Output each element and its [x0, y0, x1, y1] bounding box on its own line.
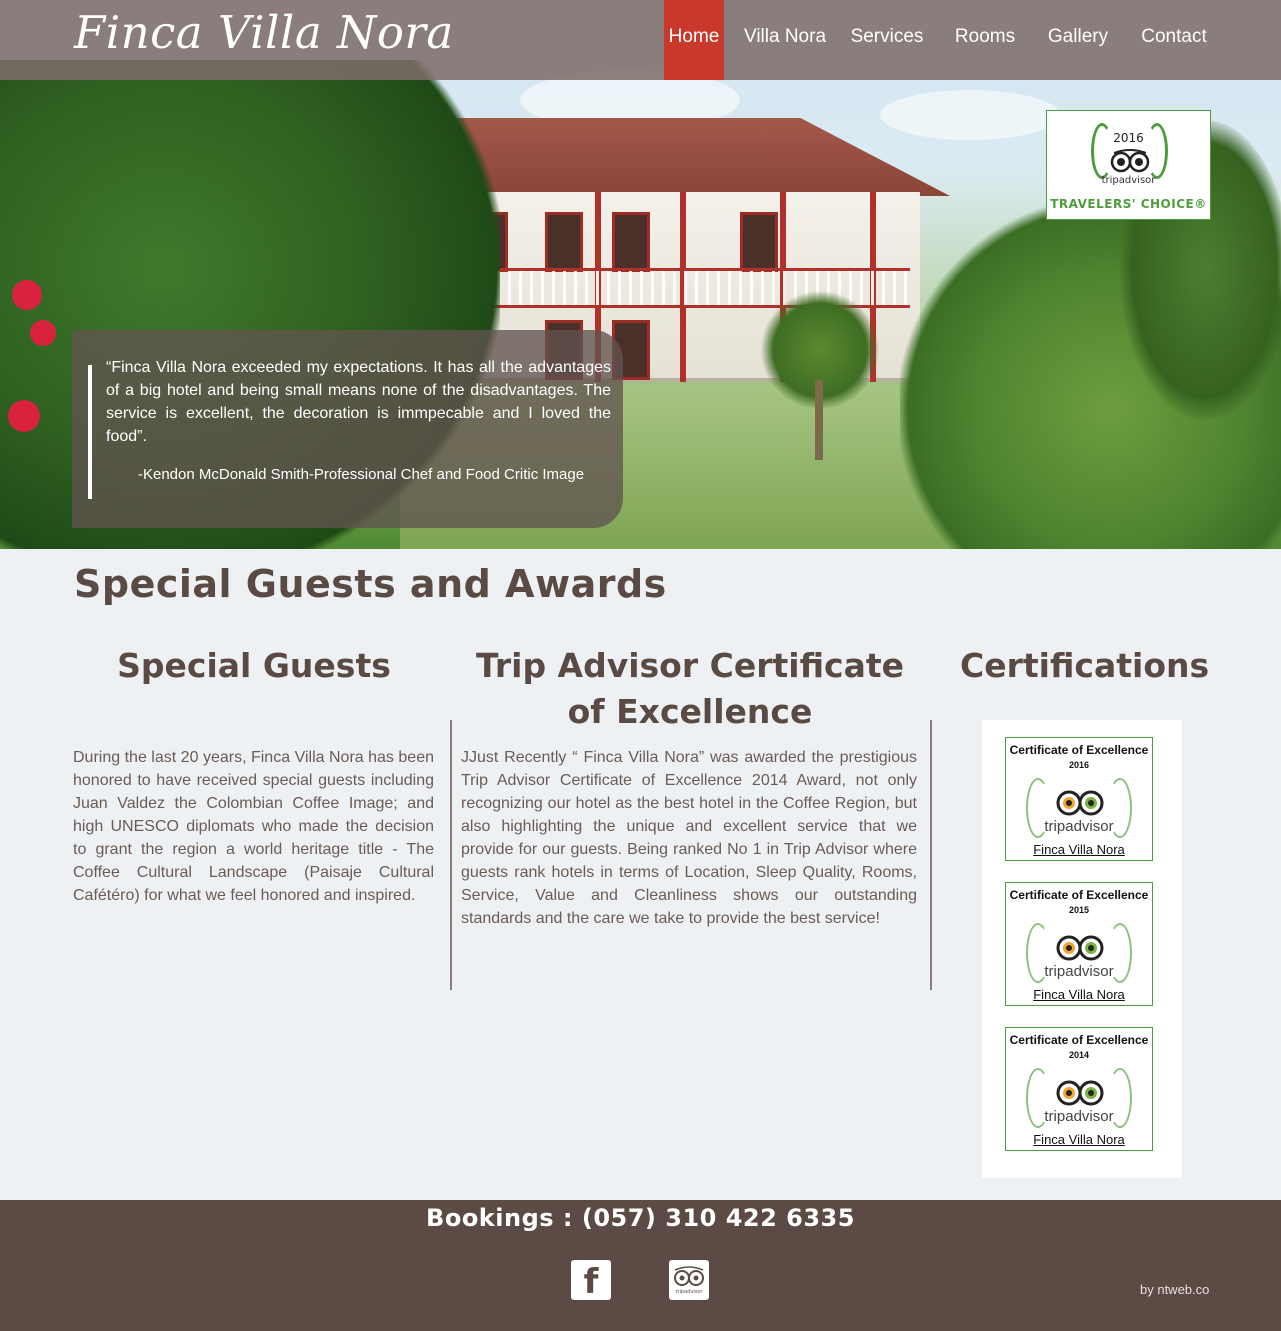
- house-window: [545, 212, 583, 272]
- site-logo[interactable]: Finca Villa Nora: [74, 6, 454, 59]
- certificate-link[interactable]: Finca Villa Nora: [1006, 987, 1152, 1002]
- special-guests-title: Special Guests: [117, 646, 391, 685]
- facebook-link[interactable]: f: [571, 1260, 611, 1302]
- certifications-title: Certifications: [960, 646, 1210, 685]
- testimonial-author: -Kendon McDonald Smith-Professional Chef…: [138, 466, 585, 483]
- nav-item-contact[interactable]: Contact: [1114, 0, 1234, 80]
- certificate-year: 2015: [1068, 905, 1090, 915]
- house-window: [612, 212, 650, 272]
- tripadvisor-owl-icon: [1056, 1080, 1104, 1106]
- column-divider: [930, 720, 932, 990]
- trip-advisor-text: JJust Recently “ Finca Villa Nora” was a…: [461, 749, 917, 927]
- certificate-card[interactable]: Certificate of Excellence 2015 tripadvis…: [1005, 882, 1153, 1006]
- tripadvisor-link[interactable]: tripadvisor: [669, 1260, 709, 1300]
- tripadvisor-owl-icon: [1056, 935, 1104, 961]
- certificate-card[interactable]: Certificate of Excellence 2016 tripadvis…: [1005, 737, 1153, 861]
- tripadvisor-icon: tripadvisor: [674, 1266, 704, 1295]
- special-guests-text: During the last 20 years, Finca Villa No…: [73, 749, 434, 904]
- red-flower: [8, 400, 40, 432]
- certificate-title: Certificate of Excellence: [1009, 1033, 1149, 1047]
- certificate-brand: tripadvisor: [1044, 818, 1114, 835]
- certificate-title: Certificate of Excellence: [1009, 888, 1149, 902]
- nav-item-services[interactable]: Services: [846, 0, 928, 80]
- trip-advisor-title: Trip Advisor Certificate of Excellence: [475, 646, 905, 731]
- tripadvisor-owl-icon: [1110, 149, 1150, 173]
- developer-credit-link[interactable]: by ntweb.co: [1140, 1282, 1209, 1297]
- nav-item-rooms[interactable]: Rooms: [928, 0, 1042, 80]
- certificate-brand: tripadvisor: [1044, 1108, 1114, 1125]
- testimonial-accent-bar: [88, 365, 92, 499]
- column-divider: [450, 720, 452, 990]
- award-brand: tripadvisor: [1101, 175, 1156, 186]
- section-title: Special Guests and Awards: [74, 562, 667, 606]
- house-window: [740, 212, 778, 272]
- tripadvisor-owl-icon: [1056, 790, 1104, 816]
- red-flower: [12, 280, 42, 310]
- certificate-link[interactable]: Finca Villa Nora: [1006, 1132, 1152, 1147]
- testimonial-quote: “Finca Villa Nora exceeded my expectatio…: [106, 359, 611, 445]
- travelers-choice-badge[interactable]: 2016 tripadvisor TRAVELERS' CHOICE®: [1046, 110, 1211, 220]
- certificate-link[interactable]: Finca Villa Nora: [1006, 842, 1152, 857]
- certificate-card[interactable]: Certificate of Excellence 2014 tripadvis…: [1005, 1027, 1153, 1151]
- certificate-brand: tripadvisor: [1044, 963, 1114, 980]
- certificate-title: Certificate of Excellence: [1009, 743, 1149, 757]
- svg-text:tripadvisor: tripadvisor: [676, 1289, 704, 1295]
- red-flower: [30, 320, 56, 346]
- nav-item-gallery[interactable]: Gallery: [1042, 0, 1114, 80]
- award-label: TRAVELERS' CHOICE®: [1050, 197, 1207, 211]
- nav-item-home[interactable]: Home: [664, 0, 724, 80]
- bookings-phone[interactable]: Bookings : (057) 310 422 6335: [0, 1204, 1281, 1232]
- palm-trunk: [815, 380, 823, 460]
- certificate-year: 2016: [1068, 760, 1090, 770]
- certificate-year: 2014: [1068, 1050, 1090, 1060]
- award-year: 2016: [1113, 131, 1144, 145]
- main-navigation: Home Villa Nora Services Rooms Gallery C…: [664, 0, 1234, 80]
- facebook-icon: f: [583, 1262, 599, 1302]
- nav-item-villa-nora[interactable]: Villa Nora: [724, 0, 846, 80]
- sky-cloud: [880, 90, 1060, 140]
